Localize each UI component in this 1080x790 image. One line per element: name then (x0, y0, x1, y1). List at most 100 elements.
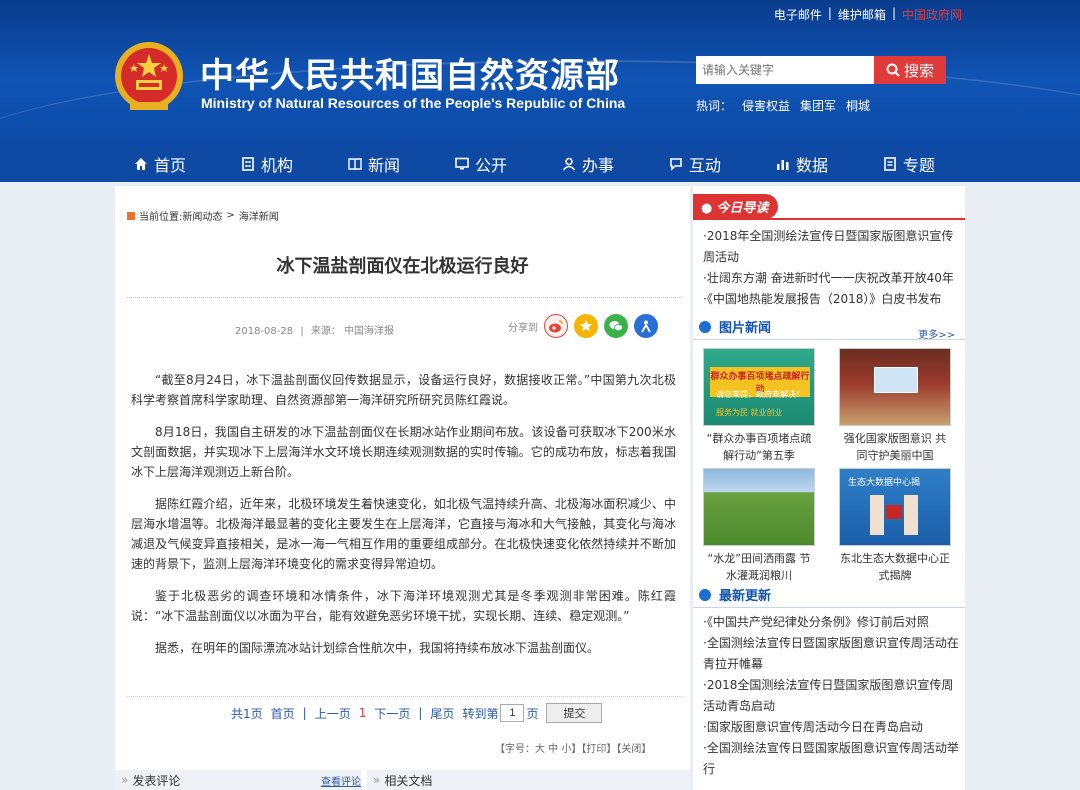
next-page-link[interactable]: 下一页 (374, 705, 410, 722)
photo-thumbnail: 群众办事百项堵点疏解行动 请您来提，政府来解决！ 服务为民 就业创业 (703, 348, 815, 426)
article-tools[interactable]: 【字号：大 中 小】【打印】【关闭】 (495, 740, 651, 755)
double-chevron-icon: » (121, 773, 129, 787)
list-item[interactable]: ·2018全国测绘法宣传日暨国家版图意识宣传周活动青岛启动 (703, 675, 965, 717)
search-button[interactable]: 搜索 (874, 56, 946, 84)
double-chevron-icon: » (373, 773, 381, 787)
today-reading-header: ● 今日导读 (693, 193, 965, 220)
list-item[interactable]: ·全国测绘法宣传日暨国家版图意识宣传周活动在青拉开帷幕 (703, 633, 965, 675)
wechat-icon[interactable] (604, 314, 628, 338)
nav-label: 首页 (154, 156, 187, 175)
photo-thumbnail (839, 348, 951, 426)
photo-news-item[interactable]: 强化国家版图意识 共同守护美丽中国 (839, 348, 951, 464)
latest-updates-header: 最新更新 (693, 582, 965, 608)
site-name-en: Ministry of Natural Resources of the Peo… (201, 95, 626, 111)
hot-words-label: 热词： (696, 99, 733, 113)
hot-word-link[interactable]: 侵害权益 (742, 97, 790, 114)
photo-news-item[interactable]: 群众办事百项堵点疏解行动 请您来提，政府来解决！ 服务为民 就业创业 “群众办事… (703, 348, 815, 464)
page-number-input[interactable] (500, 704, 525, 722)
first-page-link[interactable]: 首页 (271, 705, 295, 722)
nav-topics[interactable]: 专题 (883, 146, 990, 182)
photo-caption: 东北生态大数据中心正式揭牌 (840, 552, 950, 582)
plaque (886, 505, 902, 519)
prev-page-link[interactable]: 上一页 (315, 705, 351, 722)
photo-caption: “群众办事百项堵点疏解行动”第五季 (706, 432, 812, 462)
current-page: 1 (358, 706, 367, 720)
qzone-star-icon[interactable] (574, 314, 598, 338)
hot-word-link[interactable]: 集团军 (800, 97, 836, 114)
nav-interaction[interactable]: 互动 (669, 146, 776, 182)
stage-screen (874, 367, 918, 393)
list-item[interactable]: ·全国测绘法宣传日暨国家版图意识宣传周活动举行 (703, 738, 965, 780)
list-item[interactable]: ·《中国共产党纪律处分条例》修订前后对照 (703, 612, 965, 633)
nav-label: 新闻 (368, 156, 401, 175)
article-paragraph: 鉴于北极恶劣的调查环境和冰情条件，冰下海洋环境观测尤其是冬季观测非常困难。陈红霞… (131, 589, 676, 623)
breadcrumb-current[interactable]: 海洋新闻 (239, 208, 279, 223)
sidebar: ● 今日导读 ·2018年全国测绘法宣传日暨国家版图意识宣传周活动 ·壮阔东方潮 … (693, 186, 965, 790)
more-link[interactable]: 更多>> (918, 326, 955, 341)
today-reading-list: ·2018年全国测绘法宣传日暨国家版图意识宣传周活动 ·壮阔东方潮 奋进新时代一… (703, 226, 965, 310)
nav-data[interactable]: 数据 (776, 146, 883, 182)
building-icon (242, 157, 254, 171)
breadcrumb-parent[interactable]: 当前位置:新闻动态 (139, 208, 222, 223)
site-header: 电子邮件 | 维护邮箱 | 中国政府网 中华人民共和国自然资源部 Ministr… (0, 0, 1080, 146)
photo-thumbnail (703, 468, 815, 546)
goto-prefix: 转到第 (462, 706, 499, 721)
list-item[interactable]: ·《中国地热能发展报告（2018）》白皮书发布 (703, 289, 965, 310)
nav-organization[interactable]: 机构 (241, 146, 348, 182)
breadcrumb-sep: > (226, 210, 235, 221)
comment-section-header: » 发表评论 查看评论 (115, 770, 361, 790)
pager-sep: | (418, 706, 423, 720)
photo-news-header: 图片新闻 更多>> (693, 314, 965, 341)
maintenance-mailbox-link[interactable]: 维护邮箱 (838, 6, 886, 23)
article-panel: 当前位置:新闻动态 > 海洋新闻 冰下温盐剖面仪在北极运行良好 2018-08-… (115, 186, 690, 790)
related-docs-label: 相关文档 (384, 773, 433, 788)
nav-label: 互动 (689, 156, 722, 175)
nav-home[interactable]: 首页 (134, 146, 241, 182)
related-docs-header: » 相关文档 (367, 770, 690, 790)
photo-thumbnail: 生态大数据中心揭 (839, 468, 951, 546)
nav-public[interactable]: 公开 (455, 146, 562, 182)
submit-page-button[interactable]: 提交 (546, 703, 603, 723)
post-comment-label: 发表评论 (132, 773, 181, 788)
latest-updates-title: 最新更新 (719, 589, 772, 604)
article-paragraph: 据悉，在明年的国际漂流冰站计划综合性航次中，我国将持续布放冰下温盐剖面仪。 (155, 641, 600, 655)
photo-caption: “水龙”田间洒雨露 节水灌溉润粮川 (707, 552, 811, 582)
top-sep: | (891, 6, 896, 20)
view-comments-link[interactable]: 查看评论 (321, 773, 361, 788)
search-button-label: 搜索 (903, 62, 934, 80)
bullet-circle-icon: ● (701, 200, 713, 216)
renren-icon[interactable] (634, 314, 658, 338)
list-item[interactable]: ·壮阔东方潮 奋进新时代一一庆祝改革开放40年 (703, 268, 965, 289)
article-paragraph: 据陈红霞介绍，近年来，北极环境发生着快速变化，如北极气温持续升高、北极海冰面积减… (131, 497, 676, 571)
weibo-icon[interactable] (544, 314, 568, 338)
divider (127, 696, 682, 697)
article-title: 冰下温盐剖面仪在北极运行良好 (276, 256, 529, 277)
main-nav: 首页 机构 新闻 公开 办事 互动 数据 专题 (0, 146, 1080, 182)
bullet-circle-icon (699, 320, 711, 333)
photo-news-item[interactable]: “水龙”田间洒雨露 节水灌溉润粮川 (703, 468, 815, 584)
share-bar: 分享到 (508, 314, 658, 338)
nav-label: 公开 (475, 156, 508, 175)
nav-label: 办事 (582, 156, 615, 175)
pager-sep: | (302, 706, 307, 720)
share-label: 分享到 (508, 322, 538, 334)
nav-news[interactable]: 新闻 (348, 146, 455, 182)
last-page-link[interactable]: 尾页 (430, 705, 454, 722)
hot-word-link[interactable]: 桐城 (846, 97, 870, 114)
monitor-icon (455, 157, 469, 170)
nav-services[interactable]: 办事 (562, 146, 669, 182)
email-link[interactable]: 电子邮件 (774, 6, 822, 23)
list-item[interactable]: ·国家版图意识宣传周活动今日在青岛启动 (703, 717, 965, 738)
photo-news-item[interactable]: 生态大数据中心揭 东北生态大数据中心正式揭牌 (839, 468, 951, 584)
book-icon (348, 158, 362, 171)
location-icon (127, 211, 135, 220)
top-links: 电子邮件 | 维护邮箱 | 中国政府网 (774, 6, 962, 23)
person-figure (870, 495, 884, 535)
search-input[interactable] (696, 56, 874, 84)
list-item[interactable]: ·2018年全国测绘法宣传日暨国家版图意识宣传周活动 (703, 226, 965, 268)
nav-label: 机构 (261, 156, 294, 175)
user-icon (562, 157, 576, 171)
nav-label: 数据 (796, 156, 829, 175)
article-meta: 2018-08-28 | 来源： 中国海洋报 (235, 322, 394, 337)
gov-portal-link[interactable]: 中国政府网 (902, 6, 962, 23)
